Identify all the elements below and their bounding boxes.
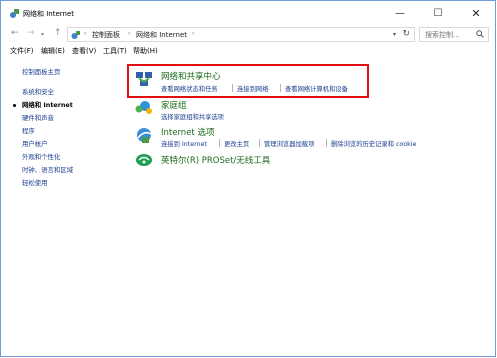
link-connect-internet[interactable]: 连接到 Internet bbox=[161, 139, 207, 148]
search-placeholder: 搜索控制... bbox=[425, 31, 460, 39]
network-sharing-center-title[interactable]: 网络和共享中心 bbox=[161, 70, 221, 82]
current-item-bullet bbox=[13, 104, 16, 107]
internet-options-icon[interactable] bbox=[135, 126, 153, 144]
homegroup-icon[interactable] bbox=[135, 99, 153, 115]
breadcrumb-control-panel[interactable]: 控制面板 bbox=[92, 30, 120, 40]
address-dropdown-button[interactable]: ▾ bbox=[393, 31, 396, 38]
sidebar-item-clock-region[interactable]: 时钟、语言和区域 bbox=[22, 165, 73, 174]
control-panel-icon bbox=[71, 31, 80, 39]
up-button[interactable]: ↑ bbox=[54, 28, 62, 38]
menu-tools[interactable]: 工具(T) bbox=[103, 46, 127, 56]
control-panel-window: 网络和 Internet — ☐ ✕ ← → ▾ ↑ › 控制面板 › 网络和 … bbox=[0, 0, 496, 357]
breadcrumb-separator: › bbox=[192, 30, 195, 37]
sidebar-item-programs[interactable]: 程序 bbox=[22, 126, 35, 135]
recent-locations-dropdown[interactable]: ▾ bbox=[41, 31, 44, 38]
sidebar-item-ease-of-access[interactable]: 轻松使用 bbox=[22, 178, 48, 187]
link-homegroup-sharing[interactable]: 选择家庭组和共享选项 bbox=[161, 112, 224, 121]
link-view-network-computers[interactable]: 查看网络计算机和设备 bbox=[285, 84, 348, 93]
intel-proset-title[interactable]: 英特尔(R) PROSet/无线工具 bbox=[161, 154, 270, 166]
menu-file[interactable]: 文件(F) bbox=[10, 46, 34, 56]
homegroup-title[interactable]: 家庭组 bbox=[161, 99, 187, 111]
window-title: 网络和 Internet bbox=[23, 10, 75, 18]
address-row: ← → ▾ ↑ › 控制面板 › 网络和 Internet › ▾ ↻ 搜索控制… bbox=[1, 26, 495, 45]
title-bar: 网络和 Internet — ☐ ✕ bbox=[1, 1, 495, 26]
menu-bar: 文件(F) 编辑(E) 查看(V) 工具(T) 帮助(H) bbox=[1, 45, 495, 58]
search-icon[interactable] bbox=[476, 30, 484, 38]
link-divider bbox=[259, 139, 260, 147]
sidebar-item-network-internet: 网络和 Internet bbox=[22, 101, 73, 109]
close-button[interactable]: ✕ bbox=[457, 1, 495, 26]
sidebar-item-hardware-sound[interactable]: 硬件和声音 bbox=[22, 113, 54, 122]
menu-help[interactable]: 帮助(H) bbox=[133, 46, 158, 56]
search-input[interactable]: 搜索控制... bbox=[419, 27, 489, 42]
internet-options-title[interactable]: Internet 选项 bbox=[161, 126, 214, 138]
forward-button[interactable]: → bbox=[27, 28, 35, 38]
refresh-button[interactable]: ↻ bbox=[402, 29, 410, 39]
link-divider bbox=[280, 84, 281, 92]
link-connect-to-network[interactable]: 连接到网络 bbox=[237, 84, 268, 93]
link-divider bbox=[326, 139, 327, 147]
intel-proset-icon[interactable] bbox=[135, 153, 153, 167]
network-internet-icon bbox=[10, 9, 19, 18]
menu-edit[interactable]: 编辑(E) bbox=[41, 46, 65, 56]
sidebar-item-system-security[interactable]: 系统和安全 bbox=[22, 87, 54, 96]
maximize-button[interactable]: ☐ bbox=[419, 1, 457, 26]
breadcrumb-network-internet[interactable]: 网络和 Internet bbox=[136, 30, 187, 40]
link-view-network-status[interactable]: 查看网络状态和任务 bbox=[161, 84, 218, 93]
menu-view[interactable]: 查看(V) bbox=[72, 46, 96, 56]
breadcrumb-separator: › bbox=[84, 30, 87, 37]
back-button[interactable]: ← bbox=[11, 28, 19, 38]
network-sharing-icon[interactable] bbox=[134, 69, 154, 89]
minimize-button[interactable]: — bbox=[381, 1, 419, 26]
link-change-homepage[interactable]: 更改主页 bbox=[224, 139, 249, 148]
link-manage-addons[interactable]: 管理浏览器加载项 bbox=[264, 139, 314, 148]
link-divider bbox=[232, 84, 233, 92]
link-divider bbox=[219, 139, 220, 147]
sidebar-item-home[interactable]: 控制面板主页 bbox=[22, 67, 60, 76]
link-delete-history[interactable]: 删除浏览的历史记录和 cookie bbox=[331, 139, 416, 148]
address-bar[interactable]: › 控制面板 › 网络和 Internet › ▾ ↻ bbox=[67, 27, 415, 42]
sidebar-item-user-accounts[interactable]: 用户帐户 bbox=[22, 139, 48, 148]
sidebar-item-appearance[interactable]: 外观和个性化 bbox=[22, 152, 60, 161]
breadcrumb-separator: › bbox=[128, 30, 131, 37]
